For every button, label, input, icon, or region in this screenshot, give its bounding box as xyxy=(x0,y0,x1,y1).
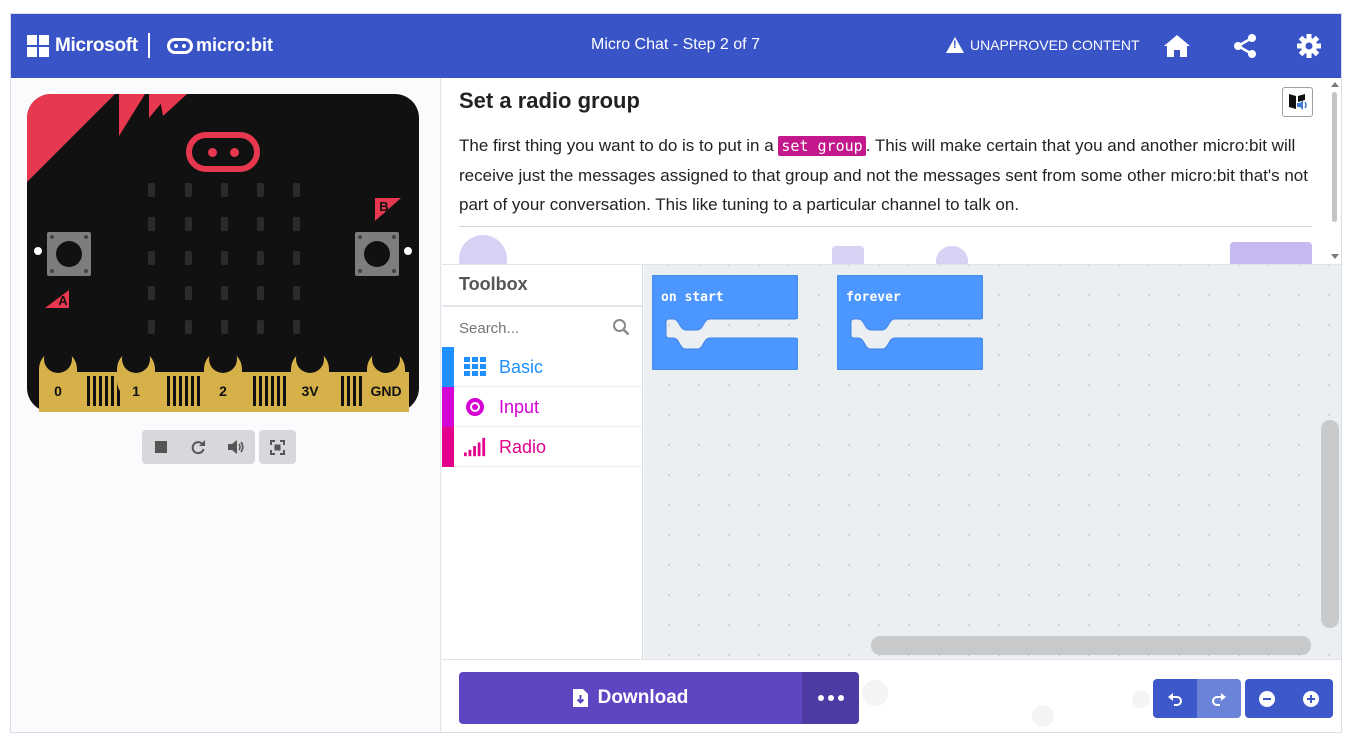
undo-icon xyxy=(1168,692,1182,706)
redo-icon xyxy=(1212,692,1226,706)
step-indicator-icon xyxy=(936,246,968,264)
download-label: Download xyxy=(597,687,689,708)
fullscreen-icon xyxy=(270,439,285,455)
workspace-horizontal-scrollbar[interactable] xyxy=(871,636,1311,655)
scroll-up-arrow-icon[interactable] xyxy=(1331,82,1339,87)
sound-icon xyxy=(228,440,244,454)
pin-label-0: 0 xyxy=(54,383,62,399)
circle-target-icon xyxy=(466,398,484,416)
download-file-icon xyxy=(572,689,588,707)
share-button[interactable] xyxy=(1229,30,1261,62)
zoom-in-button[interactable] xyxy=(1289,679,1333,718)
read-aloud-button[interactable] xyxy=(1282,87,1313,117)
next-step-icon[interactable] xyxy=(1230,242,1312,264)
pin-label-3v: 3V xyxy=(301,383,319,399)
more-dots-icon[interactable] xyxy=(802,672,859,724)
search-icon[interactable] xyxy=(612,318,630,336)
tutorial-instructions: The first thing you want to do is to put… xyxy=(459,131,1314,219)
header-bar: Microsoft micro:bit Micro Chat - Step 2 … xyxy=(11,14,1341,78)
button-a-label: A xyxy=(58,293,68,308)
mute-button[interactable] xyxy=(217,430,255,464)
immersive-reader-icon xyxy=(1288,94,1307,110)
brand-name: Microsoft xyxy=(55,35,138,56)
toolbox-search-input[interactable] xyxy=(459,318,629,338)
on-start-label: on start xyxy=(661,290,724,305)
tutorial-scrollbar[interactable] xyxy=(1332,92,1337,222)
toolbox-divider xyxy=(442,305,642,307)
settings-gear-icon xyxy=(1297,34,1321,58)
forever-label: forever xyxy=(846,290,901,305)
toolbox-category-radio[interactable]: Radio xyxy=(442,427,642,467)
signal-bars-icon xyxy=(464,437,486,457)
tutorial-title: Set a radio group xyxy=(459,88,640,113)
restart-button[interactable] xyxy=(179,430,217,464)
button-b-label: B xyxy=(379,199,388,214)
download-button[interactable]: Download xyxy=(459,672,802,724)
stop-icon xyxy=(154,441,167,453)
pin-label-2: 2 xyxy=(219,383,227,399)
warning-icon xyxy=(946,37,964,53)
stop-button[interactable] xyxy=(142,430,179,464)
microbit-board[interactable]: A B 0 1 2 3V GND xyxy=(27,94,419,412)
category-label-input: Input xyxy=(499,397,540,417)
forever-block[interactable]: forever xyxy=(837,275,983,370)
home-button[interactable] xyxy=(1161,30,1193,62)
previous-step-icon[interactable] xyxy=(832,246,864,264)
set-group-code-snippet[interactable]: set group xyxy=(778,136,866,156)
home-icon xyxy=(1164,35,1190,57)
category-color-bar xyxy=(442,387,454,427)
instruction-text-start: The first thing you want to do is to put… xyxy=(459,136,779,155)
grid-icon xyxy=(464,357,486,376)
tutorial-divider xyxy=(459,226,1312,227)
restart-icon xyxy=(191,440,205,455)
background-decoration xyxy=(862,680,888,706)
category-label-basic: Basic xyxy=(499,357,544,377)
toolbox-title: Toolbox xyxy=(459,274,528,294)
toolbox-category-basic[interactable]: Basic xyxy=(442,347,642,387)
toolbox-panel: Toolbox Basic Input Radio xyxy=(442,265,643,659)
category-color-bar xyxy=(442,427,454,467)
toolbox-category-input[interactable]: Input xyxy=(442,387,642,427)
unapproved-content-warning[interactable]: UNAPPROVED CONTENT xyxy=(946,37,1140,53)
hint-avatar-icon[interactable] xyxy=(459,235,507,264)
blocks-workspace[interactable]: on start forever xyxy=(644,265,1341,659)
simulator-panel: A B 0 1 2 3V GND xyxy=(11,78,441,732)
category-color-bar xyxy=(442,347,454,387)
product-name: micro:bit xyxy=(196,35,274,55)
pin-label-1: 1 xyxy=(132,383,140,399)
simulator-controls xyxy=(142,430,296,464)
microbit-logo-icon xyxy=(167,38,193,54)
pin-label-gnd: GND xyxy=(370,383,401,399)
zoom-in-icon xyxy=(1303,690,1319,707)
tutorial-panel: Set a radio group The first thing you wa… xyxy=(442,78,1341,265)
app-frame: Microsoft micro:bit Micro Chat - Step 2 … xyxy=(10,13,1342,733)
on-start-block[interactable]: on start xyxy=(652,275,798,370)
background-decoration xyxy=(1132,690,1150,708)
microsoft-logo-icon xyxy=(27,35,49,57)
undo-button[interactable] xyxy=(1153,679,1197,718)
category-label-radio: Radio xyxy=(499,437,547,457)
tutorial-step-title: Micro Chat - Step 2 of 7 xyxy=(591,36,760,53)
zoom-out-icon xyxy=(1259,690,1275,707)
scroll-down-arrow-icon[interactable] xyxy=(1331,254,1339,259)
share-icon xyxy=(1234,34,1256,58)
zoom-out-button[interactable] xyxy=(1245,679,1289,718)
editor-toolbar: Download xyxy=(442,659,1341,732)
header-divider xyxy=(148,33,150,58)
fullscreen-button[interactable] xyxy=(259,430,296,464)
settings-button[interactable] xyxy=(1293,30,1325,62)
warning-label: UNAPPROVED CONTENT xyxy=(970,37,1140,53)
workspace-vertical-scrollbar[interactable] xyxy=(1321,420,1339,628)
background-decoration xyxy=(1032,705,1054,727)
redo-button[interactable] xyxy=(1197,679,1241,718)
